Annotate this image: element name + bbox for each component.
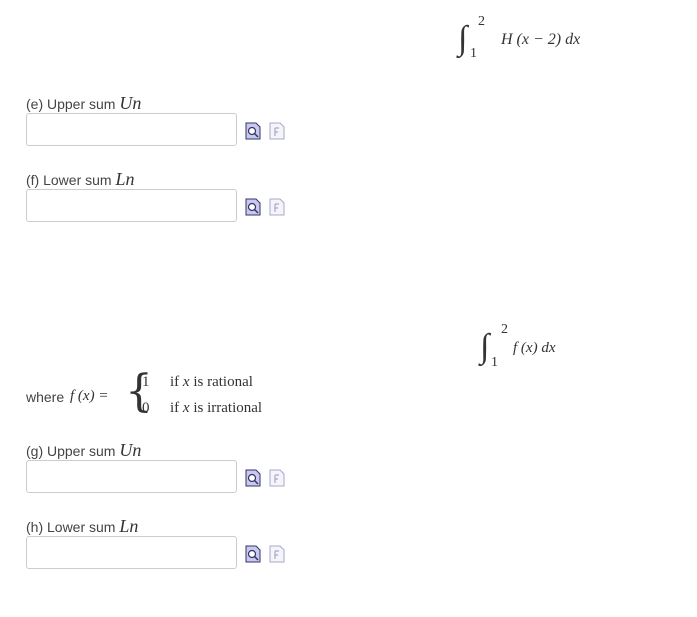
formula-page-icon xyxy=(269,469,285,487)
piecewise-cases: 1 if x is rational 0 if x is irrational xyxy=(142,374,302,422)
part-g-answer-input[interactable] xyxy=(26,460,237,493)
formula-button[interactable] xyxy=(269,545,285,563)
preview-magnifier-icon xyxy=(245,198,261,216)
part-g-label: (g) Upper sum Un xyxy=(26,440,141,461)
preview-button[interactable] xyxy=(245,198,261,216)
part-f-answer-input[interactable] xyxy=(26,189,237,222)
part-f-label: (f) Lower sum Ln xyxy=(26,169,134,190)
part-g-symbol: Un xyxy=(119,440,142,460)
part-g-label-text: (g) Upper sum xyxy=(26,443,116,459)
case-2-suffix: is irrational xyxy=(193,400,263,416)
integral-sign: ∫ xyxy=(480,328,490,365)
integral-2: ∫ 2 1 f (x) dx xyxy=(480,322,600,374)
case-2-value: 0 xyxy=(142,400,150,416)
formula-button[interactable] xyxy=(269,469,285,487)
preview-button[interactable] xyxy=(245,469,261,487)
case-1-var: x xyxy=(182,374,190,390)
where-text: where xyxy=(26,389,65,405)
case-2-prefix: if xyxy=(170,400,180,416)
part-h-label-text: (h) Lower sum xyxy=(26,519,116,535)
part-e-answer-input[interactable] xyxy=(26,113,237,146)
preview-button[interactable] xyxy=(245,122,261,140)
part-h-symbol: Ln xyxy=(119,516,139,536)
part-e-label: (e) Upper sum Un xyxy=(26,93,141,114)
part-e-label-text: (e) Upper sum xyxy=(26,96,116,112)
part-h-label: (h) Lower sum Ln xyxy=(26,516,138,537)
formula-page-icon xyxy=(269,198,285,216)
formula-button[interactable] xyxy=(269,122,285,140)
integral-upper-limit: 2 xyxy=(478,14,485,29)
case-1-value: 1 xyxy=(142,374,150,390)
case-2-condition: if x is irrational xyxy=(170,400,262,417)
formula-button[interactable] xyxy=(269,198,285,216)
preview-magnifier-icon xyxy=(245,469,261,487)
case-1-prefix: if xyxy=(170,374,180,390)
preview-magnifier-icon xyxy=(245,122,261,140)
part-h-answer-input[interactable] xyxy=(26,536,237,569)
part-e-symbol: Un xyxy=(119,93,142,113)
integral-upper-limit: 2 xyxy=(501,322,508,337)
integral-lower-limit: 1 xyxy=(470,46,477,61)
formula-page-icon xyxy=(269,122,285,140)
preview-button[interactable] xyxy=(245,545,261,563)
integral-sign: ∫ xyxy=(458,20,468,57)
part-f-label-text: (f) Lower sum xyxy=(26,172,112,188)
integrand: H (x − 2) dx xyxy=(501,31,581,48)
case-1-condition: if x is rational xyxy=(170,374,253,391)
integral-lower-limit: 1 xyxy=(491,355,498,370)
preview-magnifier-icon xyxy=(245,545,261,563)
case-2-var: x xyxy=(182,400,190,416)
integral-1: ∫ 2 1 H (x − 2) dx xyxy=(458,14,618,66)
integrand: f (x) dx xyxy=(513,340,556,356)
formula-page-icon xyxy=(269,545,285,563)
case-1-suffix: is rational xyxy=(193,374,253,390)
function-name: f (x) = xyxy=(70,388,109,404)
part-f-symbol: Ln xyxy=(115,169,135,189)
